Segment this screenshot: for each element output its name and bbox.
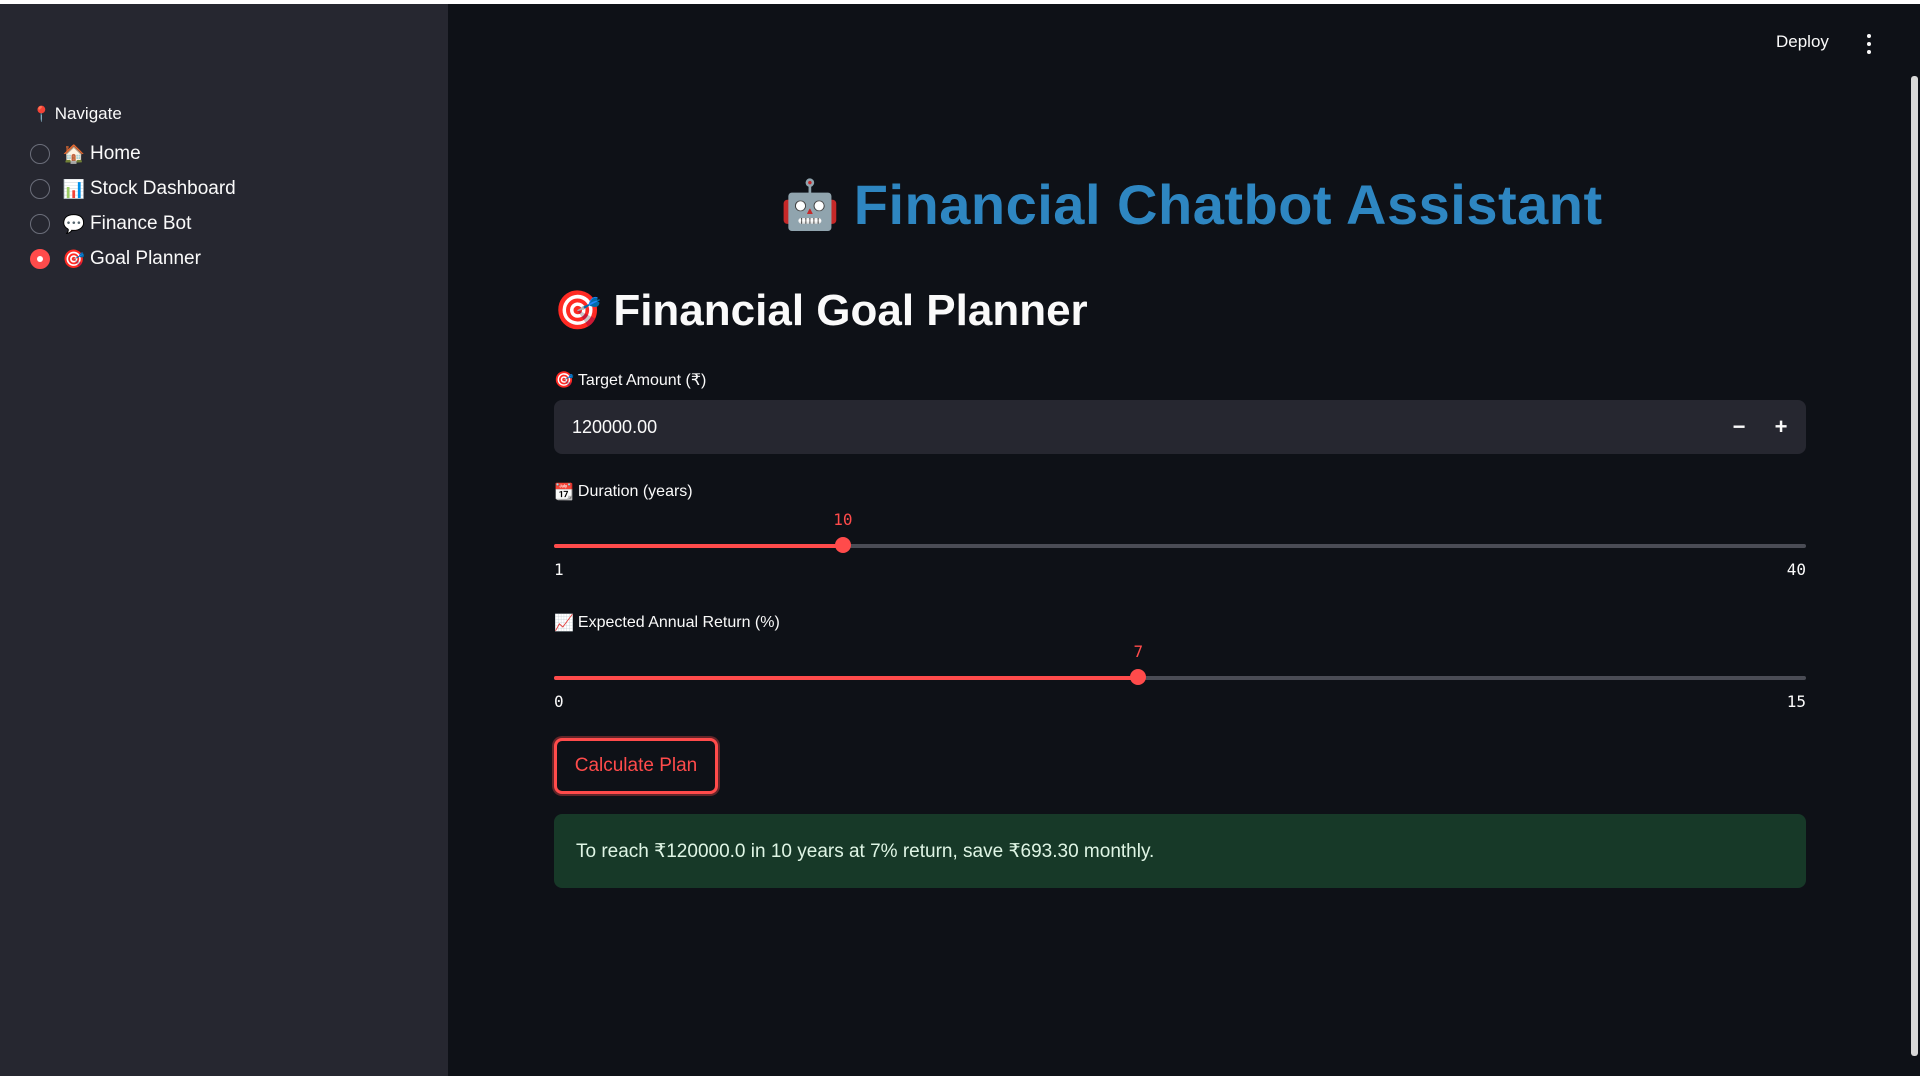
slider-max-label: 40: [1786, 560, 1806, 579]
slider-value: 10: [833, 510, 853, 529]
nav-item-label: Finance Bot: [90, 213, 192, 234]
radio-goal-planner[interactable]: [30, 249, 50, 269]
calculate-plan-button[interactable]: Calculate Plan: [554, 738, 718, 794]
nav-item-stock-dashboard[interactable]: 📊 Stock Dashboard: [30, 177, 236, 201]
return-label: 📈 Expected Annual Return (%): [554, 613, 780, 633]
target-amount-label-text: Target Amount (₹): [577, 372, 707, 389]
target-icon: 🎯: [554, 290, 602, 332]
nav-item-finance-bot[interactable]: 💬 Finance Bot: [30, 212, 236, 236]
nav-label-text: Navigate: [54, 104, 122, 123]
calendar-icon: 📆: [554, 484, 574, 501]
nav-item-label: Goal Planner: [90, 248, 201, 269]
page-title: 🤖 Financial Chatbot Assistant: [780, 172, 1603, 237]
return-slider[interactable]: 7 0 15: [554, 642, 1806, 712]
slider-min-label: 0: [554, 692, 564, 711]
page-title-text: Financial Chatbot Assistant: [853, 173, 1603, 236]
slider-max-label: 15: [1786, 692, 1806, 711]
nav-item-home[interactable]: 🏠 Home: [30, 142, 236, 166]
kebab-menu-icon[interactable]: [1862, 32, 1876, 56]
target-icon: 🎯: [554, 372, 574, 389]
return-label-text: Expected Annual Return (%): [577, 614, 780, 631]
slider-min-label: 1: [554, 560, 564, 579]
slider-thumb[interactable]: [834, 537, 851, 553]
radio-finance-bot[interactable]: [30, 214, 50, 234]
nav-radio-group: 🏠 Home 📊 Stock Dashboard 💬 Finance Bot 🎯…: [30, 142, 236, 271]
slider-fill: [554, 544, 843, 548]
house-icon: 🏠: [62, 143, 86, 164]
section-heading: 🎯 Financial Goal Planner: [554, 286, 1088, 336]
radio-home[interactable]: [30, 144, 50, 164]
slider-thumb[interactable]: [1130, 669, 1147, 685]
robot-icon: 🤖: [780, 179, 840, 232]
decrement-button[interactable]: −: [1718, 400, 1760, 454]
nav-label: 📍 Navigate: [32, 104, 122, 124]
target-amount-label: 🎯 Target Amount (₹): [554, 370, 706, 390]
chart-increasing-icon: 📈: [554, 615, 574, 632]
duration-label: 📆 Duration (years): [554, 482, 693, 502]
nav-item-label: Stock Dashboard: [90, 178, 236, 199]
section-heading-text: Financial Goal Planner: [613, 286, 1088, 335]
success-message: To reach ₹120000.0 in 10 years at 7% ret…: [554, 814, 1806, 888]
scrollbar[interactable]: [1911, 76, 1918, 1056]
radio-stock-dashboard[interactable]: [30, 179, 50, 199]
sidebar: 📍 Navigate 🏠 Home 📊 Stock Dashboard 💬 Fi…: [0, 4, 448, 1076]
nav-item-label: Home: [90, 143, 141, 164]
pin-icon: 📍: [32, 106, 51, 123]
increment-button[interactable]: +: [1760, 400, 1802, 454]
deploy-button[interactable]: Deploy: [1776, 32, 1829, 52]
slider-value: 7: [1133, 642, 1144, 661]
target-amount-field: − +: [554, 400, 1806, 454]
slider-fill: [554, 676, 1139, 680]
target-icon: 🎯: [62, 248, 86, 269]
nav-item-goal-planner[interactable]: 🎯 Goal Planner: [30, 247, 236, 271]
bar-chart-icon: 📊: [62, 178, 86, 199]
target-amount-input[interactable]: [554, 400, 1694, 454]
app-root: 📍 Navigate 🏠 Home 📊 Stock Dashboard 💬 Fi…: [0, 4, 1920, 1076]
duration-slider[interactable]: 10 1 40: [554, 510, 1806, 580]
duration-label-text: Duration (years): [577, 483, 693, 500]
speech-bubble-icon: 💬: [62, 213, 86, 234]
